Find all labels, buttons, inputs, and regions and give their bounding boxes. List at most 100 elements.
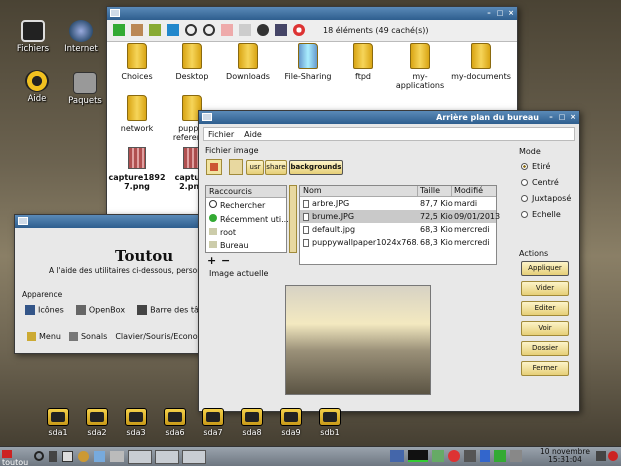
desktop-icon-files[interactable]: Fichiers bbox=[10, 20, 56, 54]
minimize-icon[interactable]: – bbox=[485, 9, 493, 17]
lock-icon[interactable] bbox=[596, 451, 606, 461]
folder-button[interactable]: Dossier bbox=[521, 341, 569, 356]
file-item[interactable]: capture1892 7.png bbox=[107, 147, 167, 191]
mode-option[interactable]: Centré bbox=[521, 175, 571, 191]
file-item[interactable]: Downloads bbox=[217, 43, 279, 90]
drive-sda1[interactable]: sda1 bbox=[44, 408, 72, 437]
mode-option[interactable]: Echelle bbox=[521, 207, 571, 223]
edit-path-button[interactable] bbox=[206, 159, 222, 175]
menu-fichier[interactable]: Fichier bbox=[208, 130, 234, 139]
bluetooth-icon[interactable] bbox=[480, 450, 490, 462]
icons-tool[interactable]: Icônes bbox=[25, 305, 64, 315]
window-menu-icon[interactable] bbox=[18, 217, 28, 225]
zoom-in-icon[interactable] bbox=[185, 24, 197, 36]
zoom-out-icon[interactable] bbox=[203, 24, 215, 36]
clock[interactable]: 10 novembre 15:31:04 bbox=[540, 448, 590, 464]
view-button[interactable]: Voir bbox=[521, 321, 569, 336]
path-button-usr[interactable]: usr bbox=[246, 160, 264, 175]
file-item[interactable]: my-documents bbox=[451, 43, 511, 90]
place-item[interactable]: Rechercher bbox=[206, 198, 286, 212]
openbox-tool[interactable]: OpenBox bbox=[75, 305, 125, 315]
add-place-icon[interactable]: + bbox=[207, 254, 216, 267]
clear-button[interactable]: Vider bbox=[521, 281, 569, 296]
column-modified[interactable]: Modifié bbox=[452, 186, 496, 196]
column-size[interactable]: Taille bbox=[418, 186, 452, 196]
drive-sdb1[interactable]: sdb1 bbox=[316, 408, 344, 437]
help-icon[interactable] bbox=[293, 24, 305, 36]
window-switch-icon[interactable] bbox=[110, 451, 124, 462]
menu-aide[interactable]: Aide bbox=[244, 130, 262, 139]
apply-button[interactable]: Appliquer bbox=[521, 261, 569, 276]
mode-option[interactable]: Juxtaposé bbox=[521, 191, 571, 207]
calendar-icon[interactable] bbox=[62, 451, 73, 462]
media-icon[interactable] bbox=[78, 451, 89, 462]
task-wallpaper[interactable] bbox=[182, 450, 206, 464]
places-header[interactable]: Raccourcis bbox=[206, 186, 286, 198]
drive-sda2[interactable]: sda2 bbox=[83, 408, 111, 437]
file-row[interactable]: arbre.JPG 87,7 Kio mardi bbox=[300, 197, 496, 210]
column-name[interactable]: Nom bbox=[300, 186, 418, 196]
file-item[interactable]: my-applications bbox=[389, 43, 451, 90]
window-menu-icon[interactable] bbox=[110, 9, 120, 17]
remove-place-icon[interactable]: − bbox=[221, 254, 230, 267]
file-item[interactable]: Choices bbox=[107, 43, 167, 90]
sounds-tool[interactable]: Sonals bbox=[68, 332, 107, 341]
file-row[interactable]: brume.JPG 72,5 Kio 09/01/2013 bbox=[300, 210, 500, 223]
network-icon[interactable] bbox=[390, 450, 404, 462]
file-item[interactable]: File-Sharing bbox=[279, 43, 337, 90]
path-scroll-left[interactable] bbox=[229, 159, 243, 175]
close-button[interactable]: Fermer bbox=[521, 361, 569, 376]
place-item[interactable]: Bureau bbox=[206, 239, 286, 252]
wallpaper-titlebar[interactable]: Arrière plan du bureau – □ × bbox=[199, 111, 579, 124]
drive-sda3[interactable]: sda3 bbox=[122, 408, 150, 437]
drive-sda8[interactable]: sda8 bbox=[238, 408, 266, 437]
sort-icon[interactable] bbox=[239, 24, 251, 36]
file-item[interactable]: network bbox=[107, 95, 167, 142]
minimize-icon[interactable]: – bbox=[547, 113, 555, 121]
menu-tool[interactable]: Menu bbox=[27, 332, 61, 341]
details-view-icon[interactable] bbox=[275, 24, 287, 36]
close-icon[interactable]: × bbox=[507, 9, 515, 17]
file-item[interactable]: Desktop bbox=[167, 43, 217, 90]
places-scrollbar[interactable] bbox=[289, 185, 297, 253]
place-item[interactable]: root bbox=[206, 226, 286, 239]
home-icon[interactable] bbox=[131, 24, 143, 36]
image-icon[interactable] bbox=[221, 24, 233, 36]
calculator-icon[interactable] bbox=[49, 451, 57, 462]
edit-button[interactable]: Editer bbox=[521, 301, 569, 316]
drive-sda7[interactable]: sda7 bbox=[199, 408, 227, 437]
maximize-icon[interactable]: □ bbox=[558, 113, 566, 121]
goto-icon[interactable] bbox=[149, 24, 161, 36]
task-file-manager[interactable] bbox=[128, 450, 152, 464]
search-icon[interactable] bbox=[34, 451, 44, 461]
desktop-icon-packages[interactable]: Paquets bbox=[62, 72, 108, 106]
task-toutou[interactable] bbox=[155, 450, 179, 464]
start-button[interactable]: toutou bbox=[2, 449, 30, 466]
drive-sda9[interactable]: sda9 bbox=[277, 408, 305, 437]
up-arrow-icon[interactable] bbox=[113, 24, 125, 36]
desktop-icon-help[interactable]: Aide bbox=[14, 70, 60, 104]
desktop-icon-internet[interactable]: Internet bbox=[58, 20, 104, 54]
path-button-share[interactable]: share bbox=[265, 160, 287, 175]
file-item[interactable]: ftpd bbox=[337, 43, 389, 90]
refresh-icon[interactable] bbox=[167, 24, 179, 36]
mode-option[interactable]: Etiré bbox=[521, 159, 571, 175]
path-button-backgrounds[interactable]: backgrounds bbox=[289, 160, 343, 175]
window-menu-icon[interactable] bbox=[202, 113, 212, 121]
volume-icon[interactable] bbox=[510, 450, 522, 462]
toutou-titlebar[interactable] bbox=[15, 215, 209, 228]
keyboard-mouse-tool[interactable]: Clavier/Souris/Economi bbox=[115, 332, 207, 341]
desktop-icon[interactable] bbox=[94, 451, 105, 462]
power-icon[interactable] bbox=[608, 451, 618, 461]
firewall-icon[interactable] bbox=[448, 450, 460, 462]
close-icon[interactable]: × bbox=[569, 113, 577, 121]
usb-icon[interactable] bbox=[464, 450, 476, 462]
file-row[interactable]: default.jpg 68,3 Kio mercredi bbox=[300, 223, 496, 236]
update-icon[interactable] bbox=[494, 450, 506, 462]
drive-sda6[interactable]: sda6 bbox=[161, 408, 189, 437]
eye-icon[interactable] bbox=[257, 24, 269, 36]
file-row[interactable]: puppywallpaper1024x768.jpg68,3 Kiomercre… bbox=[300, 236, 496, 249]
file-manager-titlebar[interactable]: – □ × bbox=[107, 7, 517, 20]
maximize-icon[interactable]: □ bbox=[496, 9, 504, 17]
place-item[interactable]: Récemment uti... bbox=[206, 212, 289, 226]
